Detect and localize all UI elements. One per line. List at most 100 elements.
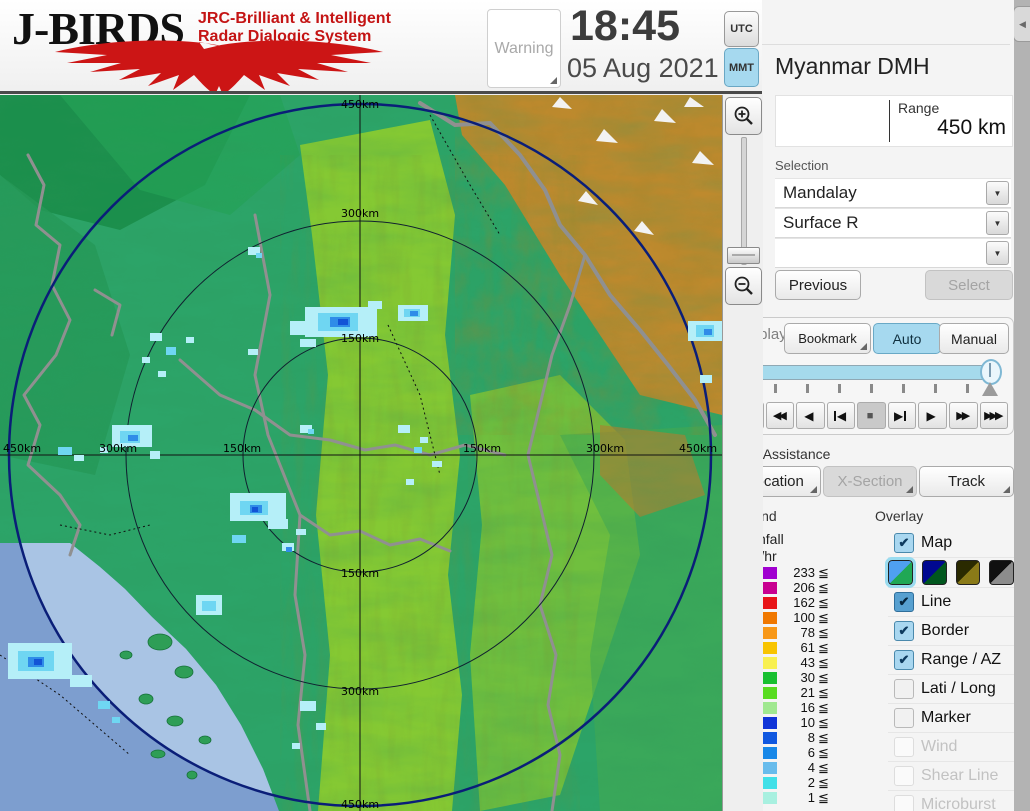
forward-2-button[interactable]: ▶▶ [948, 402, 978, 429]
lte-symbol: ≦ [818, 669, 829, 685]
overlay-label: Border [921, 621, 970, 639]
step-forward-button[interactable]: ▶ [887, 402, 917, 429]
legend-value: 6 [807, 745, 815, 760]
overlay-title: Overlay [875, 508, 924, 524]
fast-forward-3-button[interactable]: ▶▶▶ [979, 402, 1009, 429]
overlay-row-range-az[interactable]: ✔ Range / AZ [888, 645, 1014, 675]
bookmark-button[interactable]: Bookmark [784, 323, 871, 354]
previous-button[interactable]: Previous [775, 270, 861, 300]
step-backward-button[interactable]: ◀ [826, 402, 856, 429]
radar-map[interactable]: 450km 300km 150km 150km 300km 450km 450k… [0, 95, 722, 811]
range-box-divider [889, 100, 890, 142]
slider-tick [806, 384, 809, 393]
dropdown-arrow-button[interactable]: ▼ [986, 241, 1009, 265]
stop-button[interactable]: ■ [857, 402, 886, 429]
site-dropdown[interactable]: Mandalay ▼ [775, 178, 1011, 208]
option-dropdown[interactable]: ▼ [775, 238, 1011, 268]
lte-symbol: ≦ [818, 564, 829, 580]
play-backward-button[interactable]: ◀ [796, 402, 825, 429]
zoom-control-column [722, 95, 763, 811]
legend-value: 61 [800, 640, 815, 655]
range-value: 450 km [937, 116, 1006, 139]
lte-symbol: ≦ [818, 774, 829, 790]
replay-group: Replay Bookmark Auto Manual ◀◀◀ ◀◀ ◀ ◀ ■… [729, 317, 1014, 435]
lte-symbol: ≦ [818, 684, 829, 700]
bookmark-button-label: Bookmark [798, 331, 857, 346]
slider-end-marker[interactable] [982, 382, 998, 396]
map-style-swatch-3[interactable] [955, 559, 981, 585]
overlay-label: Wind [921, 737, 958, 755]
ring-label: 300km [341, 207, 379, 220]
map-style-swatch-1[interactable] [885, 556, 916, 588]
checkbox-line[interactable]: ✔ [894, 591, 914, 612]
logo-subtitle-line1: JRC-Brilliant & Intelligent [198, 10, 391, 27]
warning-button[interactable]: Warning [487, 9, 561, 88]
corner-expand-icon [860, 343, 867, 350]
product-dropdown-value: Surface R [783, 213, 859, 232]
zoom-slider-track[interactable] [741, 137, 747, 265]
replay-slider-track[interactable] [741, 365, 999, 380]
map-style-row [885, 556, 1014, 588]
legend-value: 43 [800, 655, 815, 670]
legend-value: 10 [800, 715, 815, 730]
checkbox-range-az[interactable]: ✔ [894, 649, 914, 670]
zoom-out-button[interactable] [725, 267, 762, 305]
select-button[interactable]: Select [925, 270, 1013, 300]
slider-tick [966, 384, 969, 393]
product-dropdown[interactable]: Surface R ▼ [775, 208, 1011, 238]
ring-label: 450km [341, 98, 379, 111]
manual-mode-button[interactable]: Manual [939, 323, 1009, 354]
map-style-swatch-4[interactable] [989, 559, 1014, 585]
panel-collapse-button[interactable]: ◀ [1013, 6, 1030, 42]
legend-value: 78 [800, 625, 815, 640]
checkbox-lati-long[interactable]: ✔ [894, 678, 914, 699]
timezone-utc-button[interactable]: UTC [724, 11, 759, 47]
panel-divider [762, 44, 1010, 45]
overlay-row-border[interactable]: ✔ Border [888, 616, 1014, 646]
map-style-swatch-2[interactable] [921, 559, 947, 585]
checkbox-map[interactable]: ✔ [894, 532, 914, 553]
overlay-label: Lati / Long [921, 679, 996, 697]
station-title: Myanmar DMH [775, 53, 930, 79]
corner-expand-icon [550, 77, 557, 84]
slider-tick [870, 384, 873, 393]
rewind-2-button[interactable]: ◀◀ [765, 402, 795, 429]
overlay-row-lati-long[interactable]: ✔ Lati / Long [888, 674, 1014, 704]
dropdown-arrow-button[interactable]: ▼ [986, 181, 1009, 205]
lte-symbol: ≦ [818, 789, 829, 805]
slider-tick [934, 384, 937, 393]
auto-mode-button[interactable]: Auto [873, 323, 941, 354]
checkbox-marker[interactable]: ✔ [894, 707, 914, 728]
overlay-row-line[interactable]: ✔ Line [888, 587, 1014, 617]
timezone-mmt-button[interactable]: MMT [724, 48, 759, 87]
ring-label: 150km [223, 442, 261, 455]
lte-symbol: ≦ [818, 759, 829, 775]
play-forward-button[interactable]: ▶ [918, 402, 947, 429]
track-button[interactable]: Track [919, 466, 1014, 497]
corner-expand-icon [906, 486, 913, 493]
panel-collapse-strip[interactable] [1014, 0, 1030, 811]
dropdown-arrow-button[interactable]: ▼ [986, 211, 1009, 235]
magnifier-plus-icon [734, 106, 753, 125]
lte-symbol: ≦ [818, 639, 829, 655]
site-dropdown-value: Mandalay [783, 183, 857, 202]
overlay-row-map[interactable]: ✔ Map [888, 528, 1014, 558]
zoom-slider-handle[interactable] [727, 247, 760, 264]
x-section-button[interactable]: X-Section [823, 466, 917, 497]
track-button-label: Track [948, 473, 985, 490]
checkbox-border[interactable]: ✔ [894, 620, 914, 641]
x-section-button-label: X-Section [837, 473, 903, 490]
legend-value: 21 [800, 685, 815, 700]
ring-label: 450km [679, 442, 717, 455]
lte-symbol: ≦ [818, 579, 829, 595]
overlay-row-shear-line: ✔ Shear Line [888, 761, 1014, 791]
bar-icon [904, 410, 907, 421]
playback-controls: ◀◀◀ ◀◀ ◀ ◀ ■ ▶ ▶ ▶▶ ▶▶▶ [735, 402, 1009, 429]
zoom-in-button[interactable] [725, 97, 762, 135]
ring-label: 150km [463, 442, 501, 455]
legend-value: 16 [800, 700, 815, 715]
slider-tick [902, 384, 905, 393]
overlay-label: Microburst [921, 795, 996, 811]
overlay-row-marker[interactable]: ✔ Marker [888, 703, 1014, 733]
slider-tick [774, 384, 777, 393]
